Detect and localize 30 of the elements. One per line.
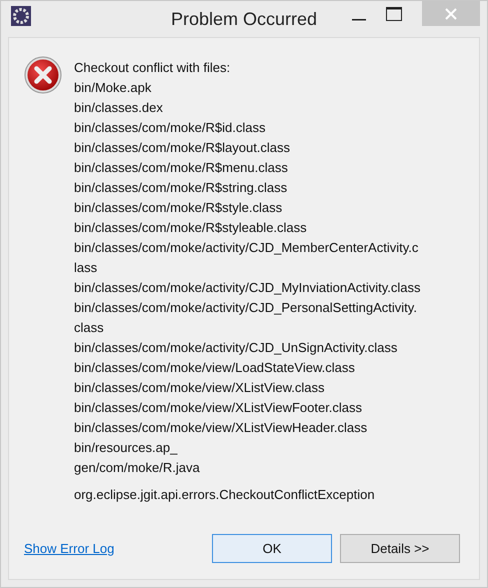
file-path: bin/classes/com/moke/activity/CJD_MyInviationActivity.class [74,279,421,297]
file-path: bin/classes/com/moke/R$string.class [74,179,288,197]
file-path: bin/classes/com/moke/activity/CJD_MemberCenterActivity.c [74,239,420,257]
file-path: bin/classes/com/moke/activity/CJD_PersonalSettingActivity. [74,299,418,317]
file-path: bin/classes/com/moke/view/XListViewHeader.class [74,419,368,437]
file-path: bin/classes/com/moke/view/XListView.class [74,379,326,397]
file-path: bin/classes/com/moke/R$id.class [74,119,266,137]
message-heading: Checkout conflict with files: [74,59,232,77]
file-path: bin/resources.ap_ [74,439,178,457]
exception-name: org.eclipse.jgit.api.errors.CheckoutConflictException [74,486,376,504]
gear-icon [11,6,31,26]
file-path: bin/classes.dex [74,99,164,117]
file-path: bin/classes/com/moke/view/LoadStateView.class [74,359,356,377]
file-path: bin/classes/com/moke/view/XListViewFooter.class [74,399,364,417]
show-error-log-link[interactable]: Show Error Log [24,541,114,556]
file-path: bin/classes/com/moke/activity/CJD_UnSignActivity.class [74,339,398,357]
details-button[interactable]: Details >> [340,534,460,563]
file-path: bin/Moke.apk [74,79,152,97]
file-path: bin/classes/com/moke/R$menu.class [74,159,289,177]
file-path: bin/classes/com/moke/R$layout.class [74,139,292,157]
maximize-icon[interactable] [386,7,402,21]
window-title: Problem Occurred [170,9,318,30]
ok-button[interactable]: OK [212,534,332,563]
file-path: bin/classes/com/moke/R$style.class [74,199,284,217]
file-path: gen/com/moke/R.java [74,459,201,477]
file-path: lass [74,259,98,277]
file-path: class [74,319,105,337]
error-icon [24,56,62,94]
close-icon [445,8,457,20]
file-path: bin/classes/com/moke/R$styleable.class [74,219,308,237]
